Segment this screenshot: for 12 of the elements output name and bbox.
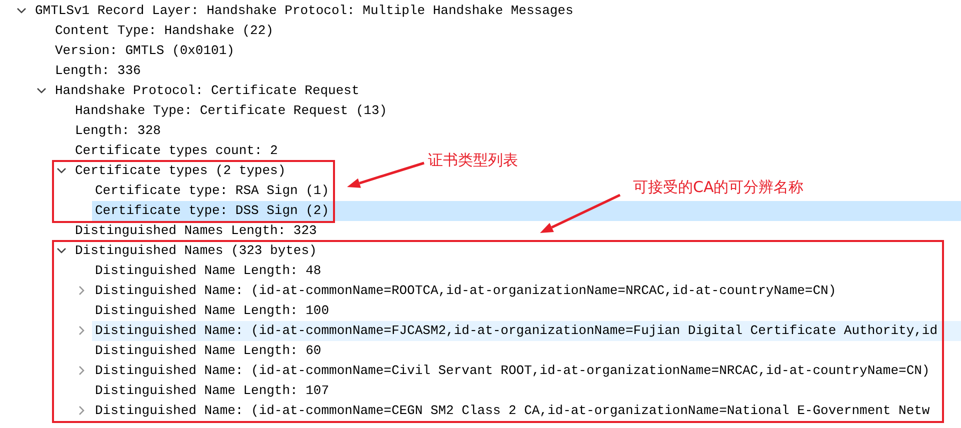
annotation-label: 可接受的CA的可分辨名称 [633,178,804,196]
chevron-down-icon[interactable] [57,166,66,175]
row-text: Certificate type: DSS Sign (2) [95,202,330,220]
chevron-down-icon[interactable] [37,86,46,95]
chevron-right-icon[interactable] [77,406,86,415]
annotation-label: 证书类型列表 [428,151,518,169]
chevron-down-icon[interactable] [17,6,26,15]
chevron-right-icon[interactable] [77,286,86,295]
chevron-right-icon[interactable] [77,366,86,375]
chevron-right-icon[interactable] [77,326,86,335]
chevron-down-icon[interactable] [57,246,66,255]
tree-row[interactable]: Certificate type: DSS Sign (2) [92,201,961,221]
